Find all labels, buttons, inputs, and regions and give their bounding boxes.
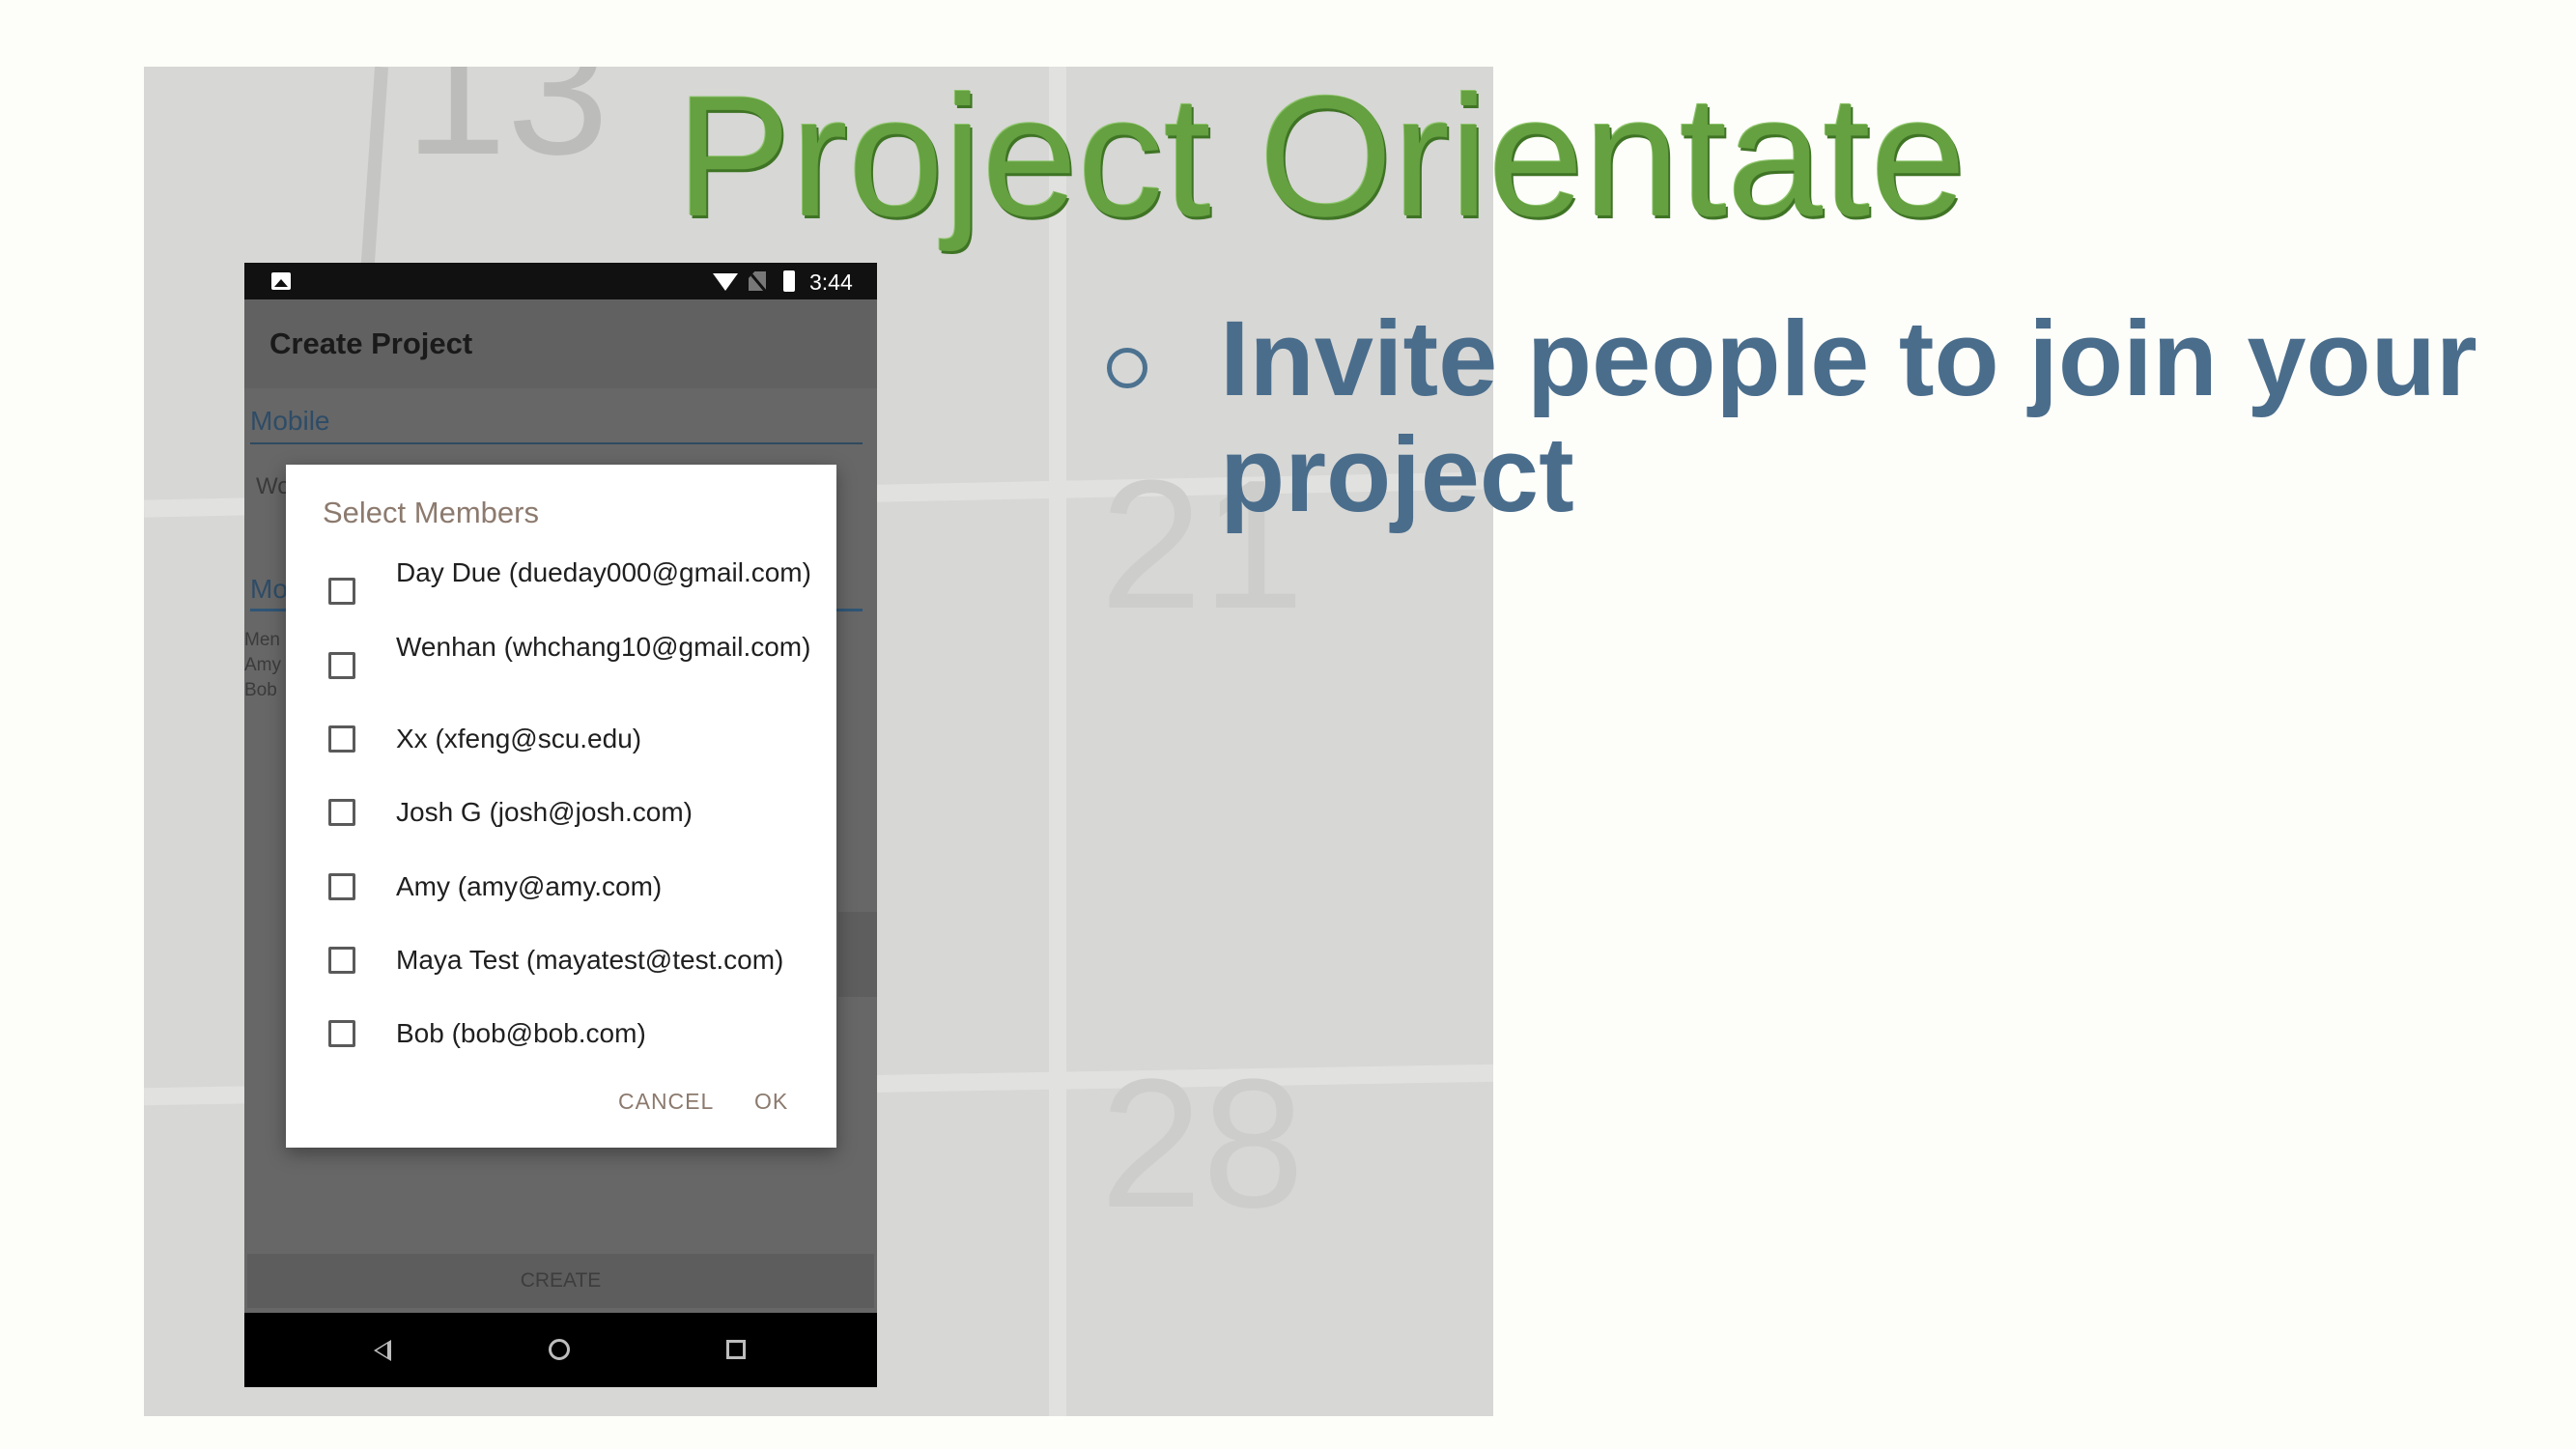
member-label: Bob (bob@bob.com) (396, 1018, 646, 1048)
members-preview-line: Bob (244, 680, 277, 700)
back-icon[interactable] (374, 1340, 391, 1361)
wifi-icon (713, 273, 738, 291)
member-option[interactable]: Maya Test (mayatest@test.com) (286, 923, 836, 996)
member-checkbox[interactable] (328, 947, 355, 974)
member-label: Maya Test (mayatest@test.com) (396, 945, 784, 975)
project-type-field[interactable]: Mobile (250, 406, 863, 444)
member-checkbox[interactable] (328, 873, 355, 900)
calendar-day-number: 28 (1100, 1041, 1305, 1246)
members-preview-line: Amy (244, 655, 281, 675)
android-nav-bar (244, 1313, 877, 1387)
status-bar: 3:44 (244, 263, 877, 299)
member-label: Day Due (dueday000@gmail.com) (396, 557, 811, 587)
circle-bullet-icon (1107, 348, 1147, 388)
home-icon[interactable] (549, 1339, 570, 1360)
member-option[interactable]: Josh G (josh@josh.com) (286, 775, 836, 848)
members-preview-line: Men (244, 630, 280, 650)
member-option[interactable]: Amy (amy@amy.com) (286, 848, 836, 922)
no-sim-icon (749, 271, 766, 291)
member-checkbox[interactable] (328, 1020, 355, 1047)
member-label: Josh G (josh@josh.com) (396, 797, 693, 827)
member-checkbox[interactable] (328, 799, 355, 826)
cancel-button[interactable]: CANCEL (618, 1089, 714, 1115)
member-checkbox[interactable] (328, 578, 355, 605)
slide-title: Project Orientate (676, 60, 1967, 252)
ok-button[interactable]: OK (754, 1089, 788, 1115)
member-label: Wenhan (whchang10@gmail.com) (396, 632, 811, 662)
image-notification-icon (271, 272, 291, 290)
recent-apps-icon[interactable] (726, 1340, 746, 1359)
add-member-icon[interactable] (838, 912, 877, 997)
create-button[interactable]: CREATE (247, 1254, 874, 1308)
app-bar: Create Project (244, 299, 877, 388)
member-checkbox[interactable] (328, 725, 355, 753)
member-label: Amy (amy@amy.com) (396, 871, 663, 901)
bullet-text: Invite people to join your project (1220, 299, 2477, 534)
calendar-grid-line (1049, 67, 1066, 1416)
dialog-title: Select Members (323, 496, 539, 529)
members-preview: Men Amy Bob (244, 628, 281, 703)
member-option[interactable]: Xx (xfeng@scu.edu) (286, 701, 836, 775)
app-bar-title: Create Project (269, 327, 473, 360)
bullet-point: Invite people to join your project (1101, 301, 2502, 533)
member-label: Xx (xfeng@scu.edu) (396, 724, 642, 753)
status-time: 3:44 (809, 270, 853, 295)
member-option[interactable]: Day Due (dueday000@gmail.com) (286, 553, 836, 626)
select-members-dialog: Select Members Day Due (dueday000@gmail.… (286, 465, 836, 1148)
member-option[interactable]: Bob (bob@bob.com) (286, 996, 836, 1069)
member-option[interactable]: Wenhan (whchang10@gmail.com) (286, 627, 836, 700)
member-checkbox[interactable] (328, 652, 355, 679)
battery-icon (783, 270, 795, 292)
calendar-day-number: 13 (405, 67, 609, 193)
